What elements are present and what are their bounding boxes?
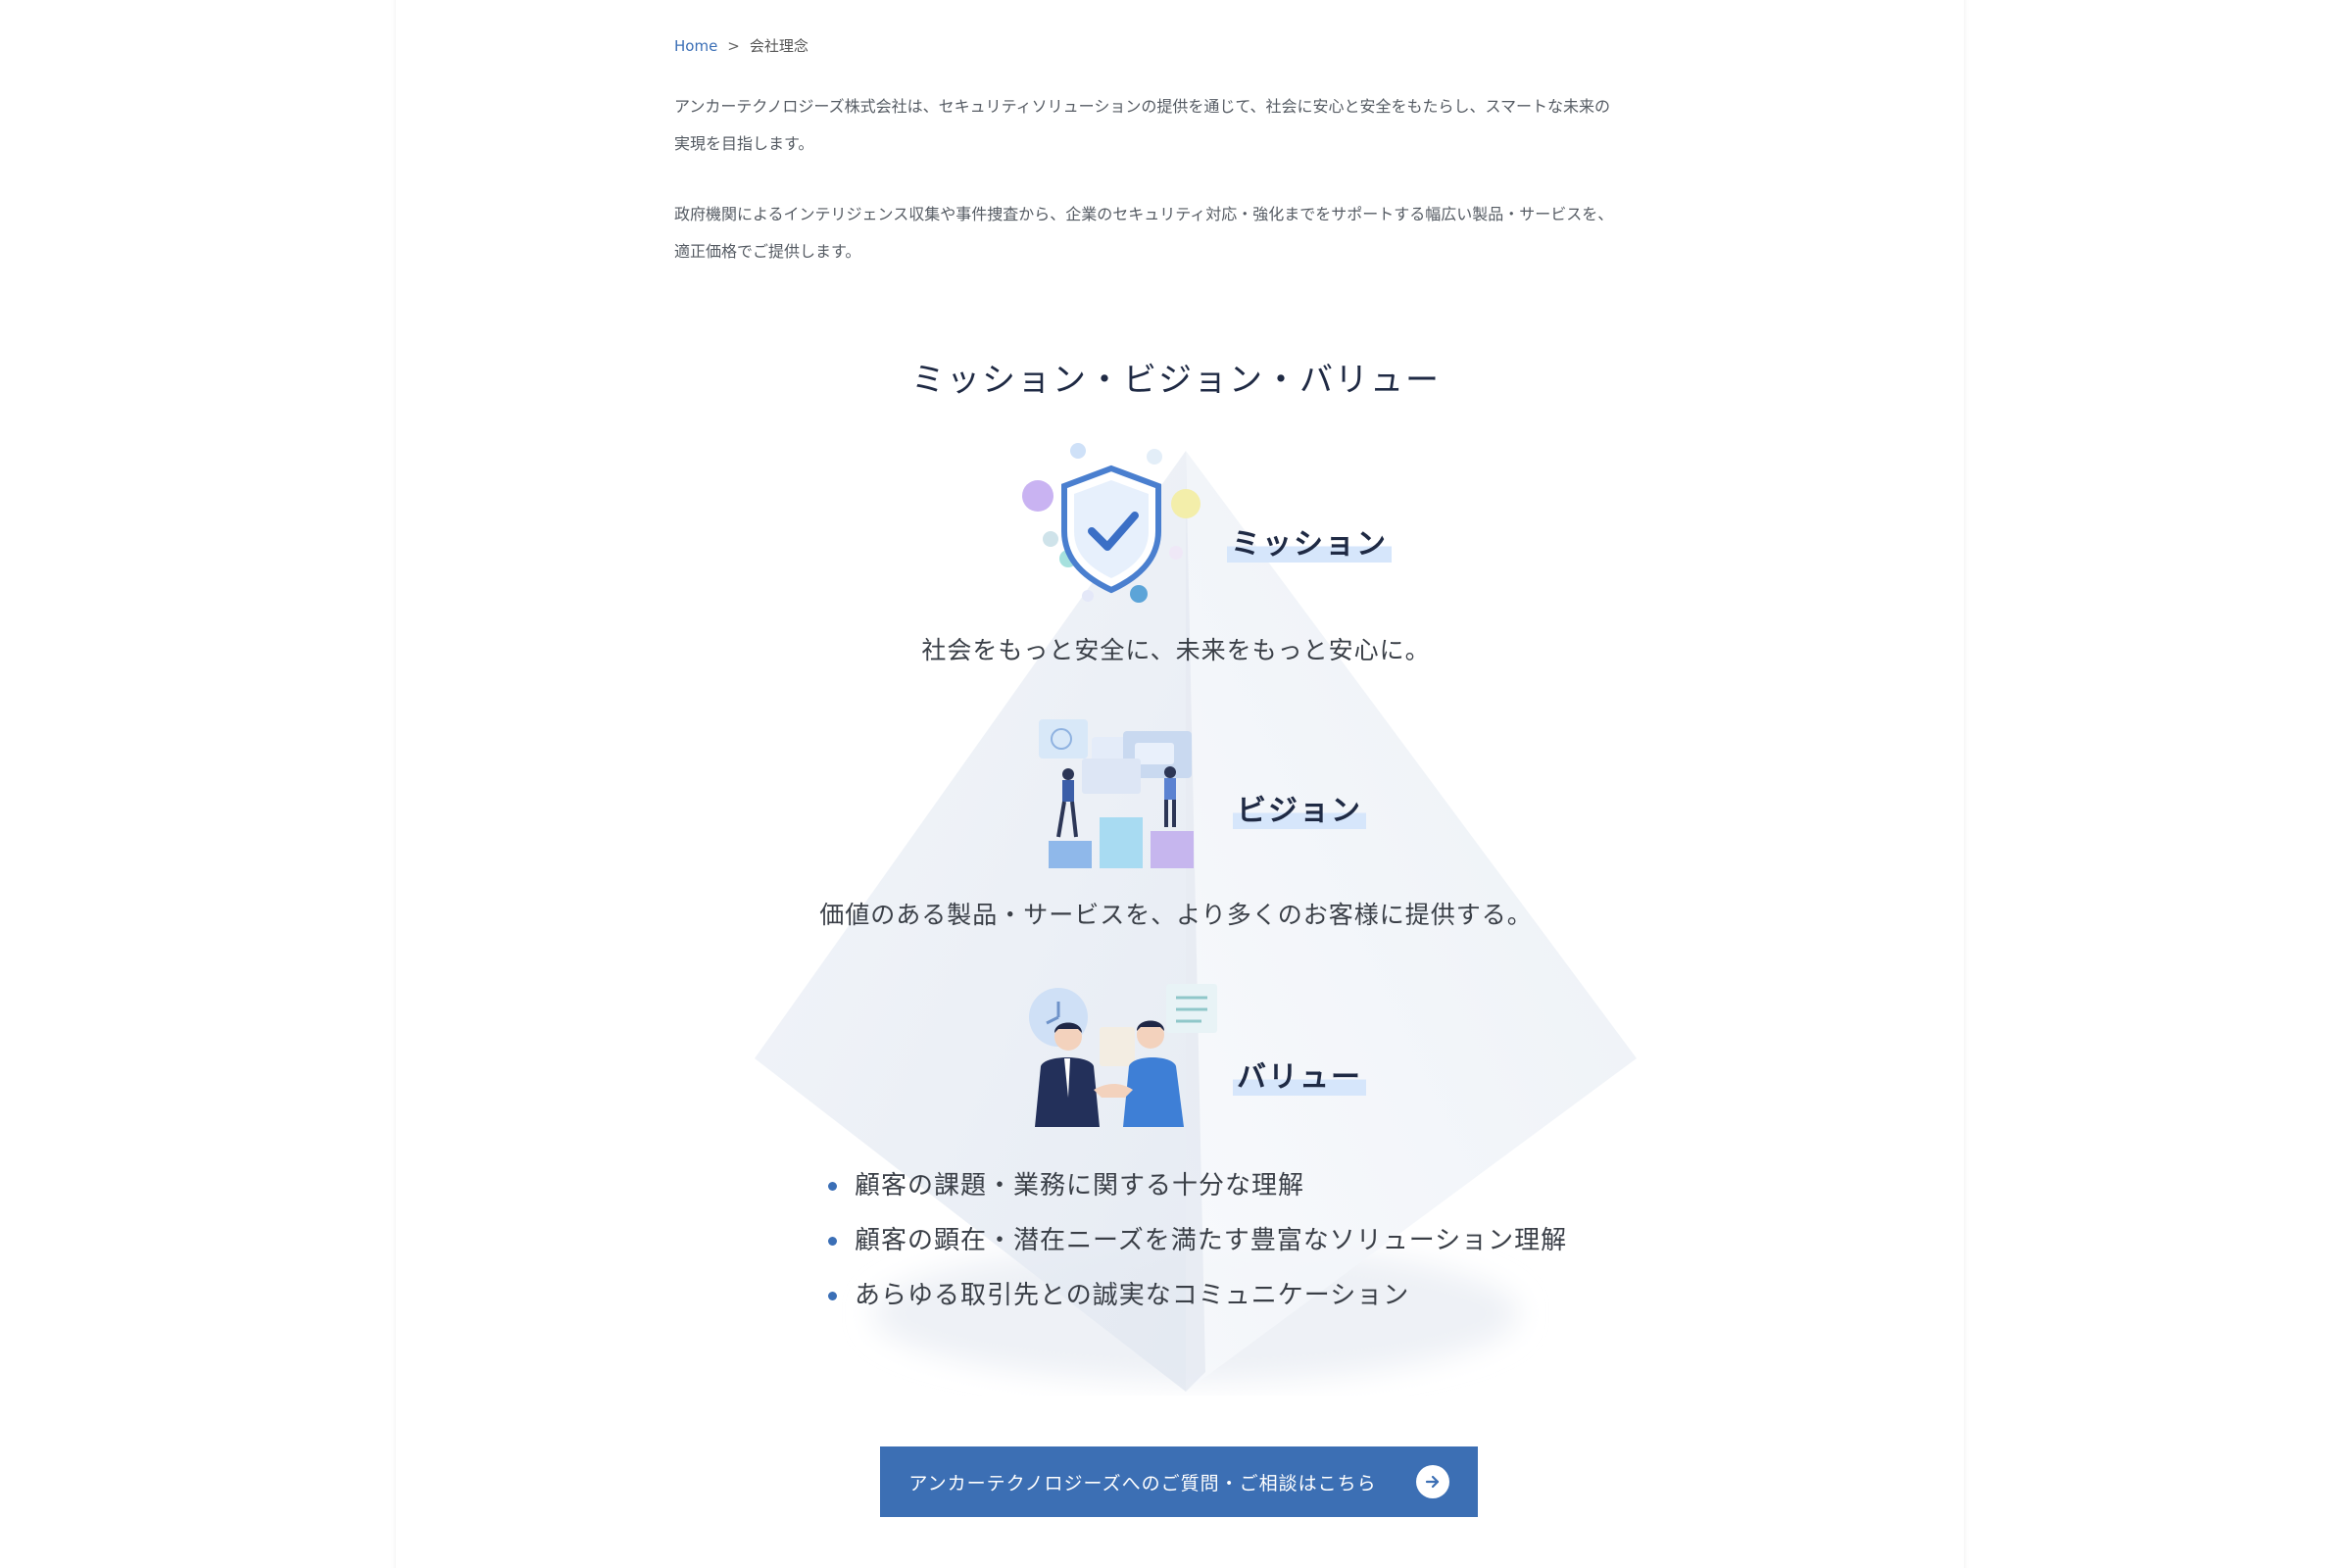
value-item-text: あらゆる取引先との誠実なコミュニケーション: [855, 1281, 1410, 1310]
intro-p2-line2: 適正価格でご提供します。: [674, 242, 861, 261]
vision-label: ビジョン: [1233, 786, 1366, 829]
intro-paragraph-2: 政府機関によるインテリジェンス収集や事件捜査から、企業のセキュリティ対応・強化ま…: [674, 196, 1693, 270]
intro-p2-line1: 政府機関によるインテリジェンス収集や事件捜査から、企業のセキュリティ対応・強化ま…: [674, 205, 1614, 223]
shield-check-icon: [1022, 443, 1200, 603]
intro-p1-line1: アンカーテクノロジーズ株式会社は、セキュリティソリューションの提供を通じて、社会…: [674, 97, 1611, 116]
breadcrumb-home-link[interactable]: Home: [674, 37, 717, 55]
mission-tagline: 社会をもっと安全に、未来をもっと安心に。: [921, 636, 1431, 664]
breadcrumb-separator: >: [727, 36, 740, 55]
contact-cta-button[interactable]: アンカーテクノロジーズへのご質問・ご相談はこちら: [880, 1446, 1478, 1517]
page: Home > 会社理念 アンカーテクノロジーズ株式会社は、セキュリティソリューシ…: [0, 0, 2352, 1568]
intro-paragraph-1: アンカーテクノロジーズ株式会社は、セキュリティソリューションの提供を通じて、社会…: [674, 88, 1693, 163]
values-list: 顧客の課題・業務に関する十分な理解 顧客の顕在・潜在ニーズを満たす豊富なソリュー…: [828, 1158, 1567, 1323]
breadcrumb-current: 会社理念: [749, 37, 808, 55]
bullet-icon: [828, 1181, 837, 1191]
breadcrumb: Home > 会社理念: [674, 35, 808, 56]
bullet-icon: [828, 1236, 837, 1246]
intro-p1-line2: 実現を目指します。: [674, 134, 814, 153]
team-dashboard-icon: [1039, 719, 1194, 868]
value-label: バリュー: [1233, 1053, 1366, 1096]
arrow-right-icon: [1415, 1465, 1449, 1498]
contact-cta-label: アンカーテクノロジーズへのご質問・ご相談はこちら: [908, 1472, 1377, 1494]
handshake-icon: [1029, 984, 1217, 1127]
bullet-icon: [828, 1291, 837, 1300]
list-item: あらゆる取引先との誠実なコミュニケーション: [828, 1268, 1567, 1323]
section-title: ミッション・ビジョン・バリュー: [911, 361, 1441, 400]
value-item-text: 顧客の顕在・潜在ニーズを満たす豊富なソリューション理解: [855, 1226, 1568, 1255]
list-item: 顧客の顕在・潜在ニーズを満たす豊富なソリューション理解: [828, 1213, 1567, 1268]
list-item: 顧客の課題・業務に関する十分な理解: [828, 1158, 1567, 1213]
value-item-text: 顧客の課題・業務に関する十分な理解: [855, 1171, 1305, 1200]
vision-tagline: 価値のある製品・サービスを、より多くのお客様に提供する。: [819, 901, 1533, 929]
mission-label: ミッション: [1227, 519, 1392, 563]
